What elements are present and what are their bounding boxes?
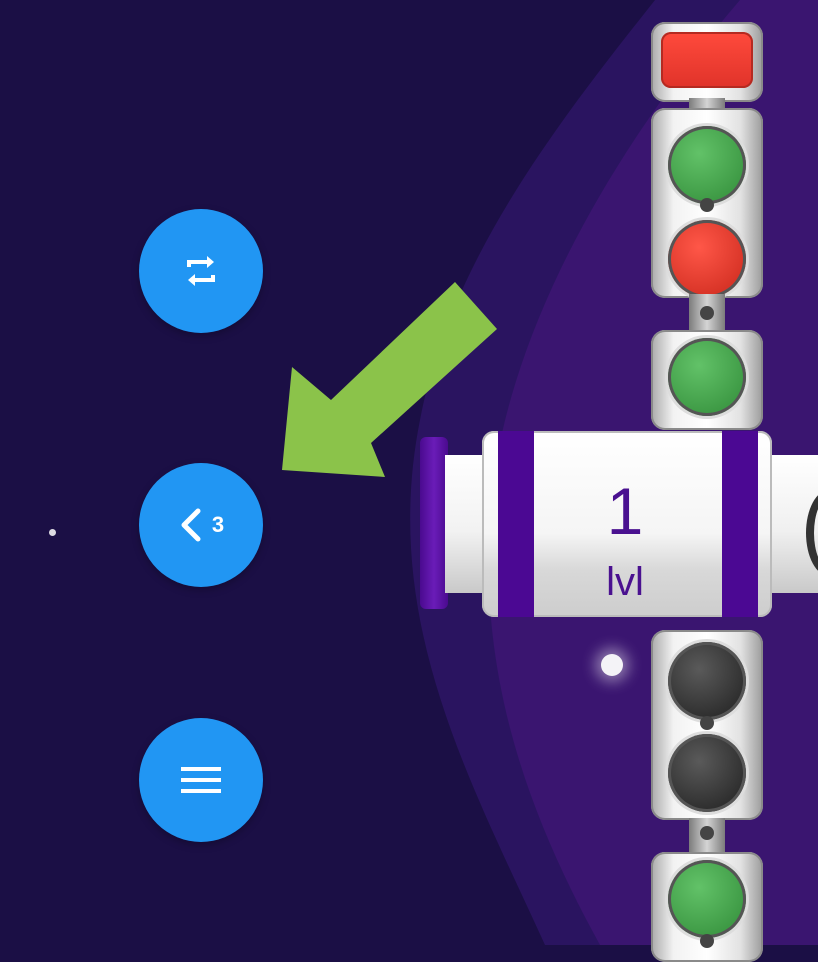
separator-dot <box>700 716 714 730</box>
arrow-pointer-icon <box>282 282 497 477</box>
glowing-star <box>601 654 623 676</box>
hamburger-menu-icon <box>181 767 221 793</box>
green-light <box>668 126 746 204</box>
undo-count: 3 <box>211 512 225 537</box>
green-light <box>668 860 746 938</box>
menu-button[interactable] <box>139 718 263 842</box>
red-cap-light <box>661 32 753 88</box>
light-unit[interactable] <box>651 108 763 298</box>
background-star <box>49 529 56 536</box>
green-light <box>668 338 746 416</box>
swap-button[interactable] <box>139 209 263 333</box>
barrel-stripe <box>498 431 534 617</box>
chevron-left-icon <box>181 508 201 542</box>
separator-dot <box>700 198 714 212</box>
separator-dot <box>700 934 714 948</box>
light-unit[interactable] <box>651 852 763 962</box>
separator-dot <box>700 306 714 320</box>
top-cap-unit <box>651 22 763 102</box>
undo-button[interactable]: 3 <box>139 463 263 587</box>
light-unit[interactable] <box>651 330 763 430</box>
off-light <box>668 734 746 812</box>
off-light <box>668 642 746 720</box>
barrel-stripe <box>722 431 758 617</box>
light-unit[interactable] <box>651 630 763 820</box>
level-number: 1 <box>606 474 644 548</box>
level-label: lvl <box>606 560 644 604</box>
barrel-left-plug <box>420 437 448 609</box>
separator-dot <box>700 826 714 840</box>
swap-arrows-icon <box>187 256 215 286</box>
red-light <box>668 220 746 298</box>
